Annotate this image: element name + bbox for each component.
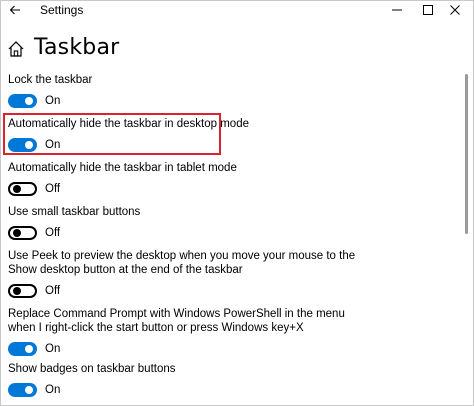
setting-label: Automatically hide the taskbar in tablet… [8, 162, 237, 174]
minimize-button[interactable] [387, 1, 407, 19]
setting-label-line2: Show desktop button at the end of the ta… [8, 264, 243, 276]
toggle-state-text: Off [45, 183, 61, 195]
setting-label-line1: Replace Command Prompt with Windows Powe… [8, 308, 345, 320]
setting-auto-hide-desktop: Automatically hide the taskbar in deskto… [8, 117, 448, 152]
toggle-state-text: Off [45, 227, 61, 239]
small-buttons-toggle[interactable] [8, 226, 37, 240]
auto-hide-tablet-toggle[interactable] [8, 182, 37, 196]
toggle-state-text: On [45, 95, 61, 107]
scrollbar-thumb[interactable] [465, 74, 468, 234]
back-button[interactable] [7, 2, 23, 18]
scrollbar[interactable] [463, 70, 471, 406]
setting-peek: Use Peek to preview the desktop when you… [8, 249, 448, 298]
toggle-knob [25, 386, 33, 394]
toggle-knob [25, 97, 33, 105]
close-button[interactable] [445, 1, 465, 19]
toggle-state-text: On [45, 384, 61, 396]
setting-label: Show badges on taskbar buttons [8, 363, 176, 375]
setting-label-line1: Use Peek to preview the desktop when you… [8, 250, 356, 262]
close-icon [450, 5, 460, 15]
toggle-knob [13, 229, 21, 237]
page-title: Taskbar [34, 35, 120, 60]
setting-powershell: Replace Command Prompt with Windows Powe… [8, 307, 448, 356]
powershell-toggle[interactable] [8, 342, 37, 356]
page-header: Taskbar [0, 34, 460, 64]
toggle-knob [13, 185, 21, 193]
maximize-button[interactable] [418, 1, 438, 19]
title-bar: Settings [0, 0, 474, 22]
setting-label-line2: when I right-click the start button or p… [8, 322, 304, 334]
setting-small-buttons: Use small taskbar buttons Off [8, 205, 448, 240]
setting-lock-taskbar: Lock the taskbar On [8, 73, 448, 108]
setting-label: Use small taskbar buttons [8, 206, 141, 218]
setting-auto-hide-tablet: Automatically hide the taskbar in tablet… [8, 161, 448, 196]
window-title: Settings [40, 3, 84, 17]
setting-badges: Show badges on taskbar buttons On [8, 362, 448, 397]
toggle-state-text: Off [45, 285, 61, 297]
toggle-state-text: On [45, 343, 61, 355]
setting-label: Automatically hide the taskbar in deskto… [8, 118, 249, 130]
badges-toggle[interactable] [8, 383, 37, 397]
maximize-icon [423, 5, 433, 15]
setting-label: Lock the taskbar [8, 74, 93, 86]
minimize-icon [392, 9, 402, 11]
lock-taskbar-toggle[interactable] [8, 94, 37, 108]
toggle-state-text: On [45, 139, 61, 151]
home-icon [8, 41, 24, 57]
auto-hide-desktop-toggle[interactable] [8, 138, 37, 152]
toggle-knob [25, 141, 33, 149]
back-arrow-icon [9, 5, 20, 15]
toggle-knob [25, 345, 33, 353]
toggle-knob [13, 287, 21, 295]
peek-toggle[interactable] [8, 284, 37, 298]
